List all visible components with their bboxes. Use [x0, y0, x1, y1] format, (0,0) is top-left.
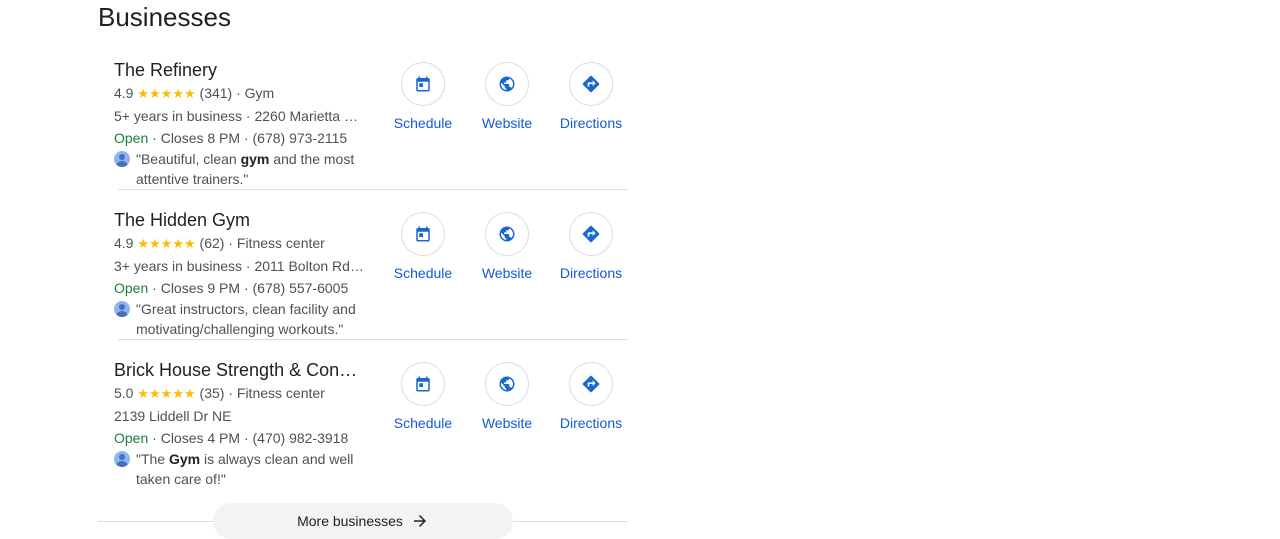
schedule-button[interactable]: Schedule: [381, 362, 465, 432]
open-status: Open: [114, 280, 149, 296]
rating-line: 4.9 ★★★★★ (62) · Fitness center: [114, 235, 325, 251]
business-listing[interactable]: Brick House Strength & Conditioning 5.0 …: [98, 340, 628, 490]
action-buttons: Schedule Website Directions: [378, 340, 638, 490]
hours-phone: Closes 9 PM · (678) 557-6005: [160, 280, 349, 296]
review-snippet: "Beautiful, clean gym and the most atten…: [114, 149, 376, 189]
website-button[interactable]: Website: [465, 362, 549, 432]
globe-icon: [499, 76, 515, 92]
hours-phone: Closes 8 PM · (678) 973-2115: [160, 130, 348, 146]
directions-icon: [582, 375, 600, 393]
action-buttons: Schedule Website Directions: [378, 190, 638, 340]
calendar-icon: [416, 376, 430, 392]
business-listing[interactable]: The Refinery 4.9 ★★★★★ (341) · Gym 5+ ye…: [98, 40, 628, 190]
calendar-icon: [416, 76, 430, 92]
rating-value: 5.0: [114, 385, 134, 401]
more-businesses-button[interactable]: More businesses: [213, 503, 513, 539]
business-category: Gym: [244, 85, 275, 101]
user-avatar-icon: [114, 151, 130, 167]
business-details: 3+ years in business · 2011 Bolton Rd NW: [114, 258, 366, 274]
more-businesses-row: More businesses: [98, 503, 628, 539]
directions-button[interactable]: Directions: [549, 212, 633, 282]
website-label: Website: [481, 265, 533, 281]
business-category: Fitness center: [236, 235, 325, 251]
directions-label: Directions: [559, 265, 623, 281]
arrow-right-icon: [413, 515, 426, 527]
rating-value: 4.9: [114, 235, 134, 251]
review-snippet: "The Gym is always clean and well taken …: [114, 449, 376, 489]
hours-phone: Closes 4 PM · (470) 982-3918: [160, 430, 349, 446]
globe-icon: [499, 226, 515, 242]
user-avatar-icon: [114, 451, 130, 467]
directions-button[interactable]: Directions: [549, 362, 633, 432]
business-name[interactable]: Brick House Strength & Conditioning: [114, 358, 364, 382]
directions-label: Directions: [559, 415, 623, 431]
website-label: Website: [481, 415, 533, 431]
globe-icon: [499, 376, 515, 392]
rating-value: 4.9: [114, 85, 134, 101]
schedule-button[interactable]: Schedule: [381, 62, 465, 132]
hours-line: Open · Closes 8 PM · (678) 973-2115: [114, 130, 348, 146]
more-businesses-label: More businesses: [297, 513, 403, 529]
schedule-label: Schedule: [393, 265, 453, 281]
star-rating-icon: ★★★★★: [137, 386, 196, 401]
action-buttons: Schedule Website Directions: [378, 40, 638, 190]
business-name[interactable]: The Hidden Gym: [114, 208, 364, 232]
business-info[interactable]: The Hidden Gym 4.9 ★★★★★ (62) · Fitness …: [114, 190, 379, 339]
directions-button[interactable]: Directions: [549, 62, 633, 132]
directions-label: Directions: [559, 115, 623, 131]
directions-icon: [582, 225, 600, 243]
business-category: Fitness center: [236, 385, 325, 401]
business-info[interactable]: The Refinery 4.9 ★★★★★ (341) · Gym 5+ ye…: [114, 40, 379, 189]
review-count[interactable]: (35): [200, 385, 225, 401]
section-title: Businesses: [98, 2, 231, 32]
website-button[interactable]: Website: [465, 212, 549, 282]
hours-line: Open · Closes 9 PM · (678) 557-6005: [114, 280, 349, 296]
user-avatar-icon: [114, 301, 130, 317]
open-status: Open: [114, 430, 149, 446]
schedule-label: Schedule: [393, 115, 453, 131]
business-details: 2139 Liddell Dr NE: [114, 408, 232, 424]
star-rating-icon: ★★★★★: [137, 86, 196, 101]
business-listing[interactable]: The Hidden Gym 4.9 ★★★★★ (62) · Fitness …: [98, 190, 628, 340]
review-count[interactable]: (62): [200, 235, 225, 251]
website-button[interactable]: Website: [465, 62, 549, 132]
schedule-label: Schedule: [393, 415, 453, 431]
business-info[interactable]: Brick House Strength & Conditioning 5.0 …: [114, 340, 379, 489]
business-details: 5+ years in business · 2260 Marietta Blv…: [114, 108, 366, 124]
star-rating-icon: ★★★★★: [137, 236, 196, 251]
open-status: Open: [114, 130, 149, 146]
review-count[interactable]: (341): [200, 85, 233, 101]
schedule-button[interactable]: Schedule: [381, 212, 465, 282]
rating-line: 5.0 ★★★★★ (35) · Fitness center: [114, 385, 325, 401]
review-snippet: "Great instructors, clean facility and m…: [114, 299, 376, 339]
business-name[interactable]: The Refinery: [114, 58, 364, 82]
calendar-icon: [416, 226, 430, 242]
website-label: Website: [481, 115, 533, 131]
directions-icon: [582, 75, 600, 93]
rating-line: 4.9 ★★★★★ (341) · Gym: [114, 85, 275, 101]
hours-line: Open · Closes 4 PM · (470) 982-3918: [114, 430, 349, 446]
